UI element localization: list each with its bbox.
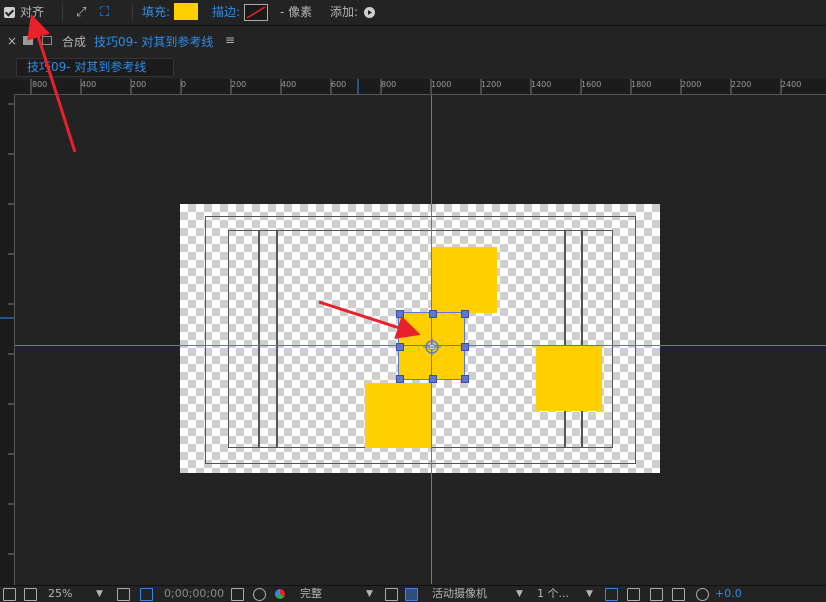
current-time[interactable]: 0;00;00;00	[164, 586, 224, 602]
channel-rgb-icon[interactable]	[275, 589, 285, 599]
resolution-dropdown[interactable]: 完整	[300, 586, 322, 602]
chevron-down-icon[interactable]: ▼	[96, 586, 103, 602]
exposure-value[interactable]: +0.0	[715, 586, 742, 602]
fast-previews-icon[interactable]	[627, 588, 640, 601]
chevron-down-icon[interactable]: ▼	[366, 586, 373, 602]
toggle-pixel-aspect-icon[interactable]	[605, 588, 618, 601]
fit-grid-icon[interactable]	[117, 588, 130, 601]
chevron-down-icon[interactable]: ▼	[586, 586, 593, 602]
chevron-down-icon[interactable]: ▼	[516, 586, 523, 602]
monitor-icon[interactable]	[24, 588, 37, 601]
mask-visibility-icon[interactable]	[140, 588, 153, 601]
snapshot-camera-icon[interactable]	[231, 588, 244, 601]
views-dropdown[interactable]: 1 个...	[537, 586, 569, 602]
show-snapshot-icon[interactable]	[253, 588, 266, 601]
camera-dropdown[interactable]: 活动摄像机	[432, 586, 487, 602]
reset-exposure-icon[interactable]	[696, 588, 709, 601]
annotation-arrow-anchor	[318, 300, 421, 339]
flowchart-icon[interactable]	[672, 588, 685, 601]
transparency-grid-icon[interactable]	[405, 588, 418, 601]
timeline-icon[interactable]	[650, 588, 663, 601]
annotation-arrow-align	[27, 14, 77, 153]
annotation-arrows	[27, 14, 421, 339]
zoom-dropdown[interactable]: 25%	[48, 586, 72, 602]
region-of-interest-icon[interactable]	[385, 588, 398, 601]
always-preview-icon[interactable]	[3, 588, 16, 601]
viewer-bottom-bar: 25% ▼ 0;00;00;00 完整 ▼ 活动摄像机 ▼ 1 个... ▼ +…	[0, 585, 826, 602]
